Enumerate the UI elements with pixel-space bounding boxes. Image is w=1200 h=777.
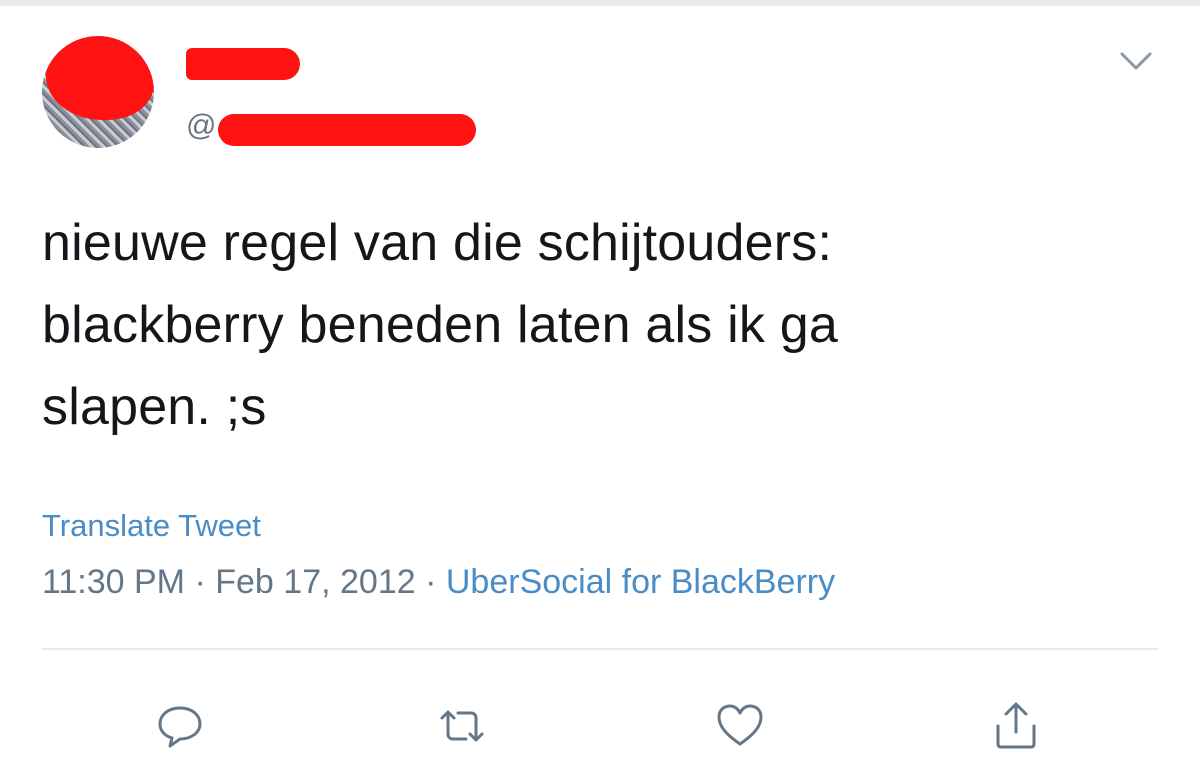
- share-icon: [996, 702, 1036, 749]
- heart-icon: [717, 704, 763, 746]
- meta-separator: ·: [194, 563, 206, 601]
- tweet-text-line: nieuwe regel van die schijtouders:: [42, 214, 833, 272]
- handle-at-sign: @: [186, 109, 217, 142]
- avatar-redaction: [46, 36, 154, 120]
- actions-divider: [42, 648, 1158, 650]
- share-button[interactable]: [986, 696, 1046, 756]
- tweet-date[interactable]: Feb 17, 2012: [215, 563, 415, 601]
- reply-icon: [158, 706, 202, 748]
- name-redaction: [186, 48, 300, 80]
- like-button[interactable]: [710, 696, 770, 756]
- tweet-text: nieuwe regel van die schijtouders: black…: [42, 202, 1142, 448]
- tweet-time[interactable]: 11:30 PM: [42, 563, 185, 601]
- tweet-card: @ nieuwe regel van die schijtouders: bla…: [0, 6, 1200, 777]
- handle-redaction: [218, 114, 476, 146]
- retweet-icon: [440, 710, 484, 742]
- reply-button[interactable]: [150, 696, 210, 756]
- display-name[interactable]: [186, 48, 300, 82]
- meta-separator: ·: [425, 563, 437, 601]
- translate-tweet-link[interactable]: Translate Tweet: [42, 506, 261, 546]
- action-bar: [0, 696, 1200, 756]
- avatar[interactable]: [42, 36, 154, 148]
- chevron-down-icon[interactable]: [1116, 46, 1156, 76]
- tweet-text-line: slapen. ;s: [42, 378, 267, 436]
- tweet-source-link[interactable]: UberSocial for BlackBerry: [446, 563, 835, 601]
- tweet-text-line: blackberry beneden laten als ik ga: [42, 296, 838, 354]
- retweet-button[interactable]: [432, 696, 492, 756]
- tweet-metadata: 11:30 PM · Feb 17, 2012 · UberSocial for…: [42, 560, 835, 604]
